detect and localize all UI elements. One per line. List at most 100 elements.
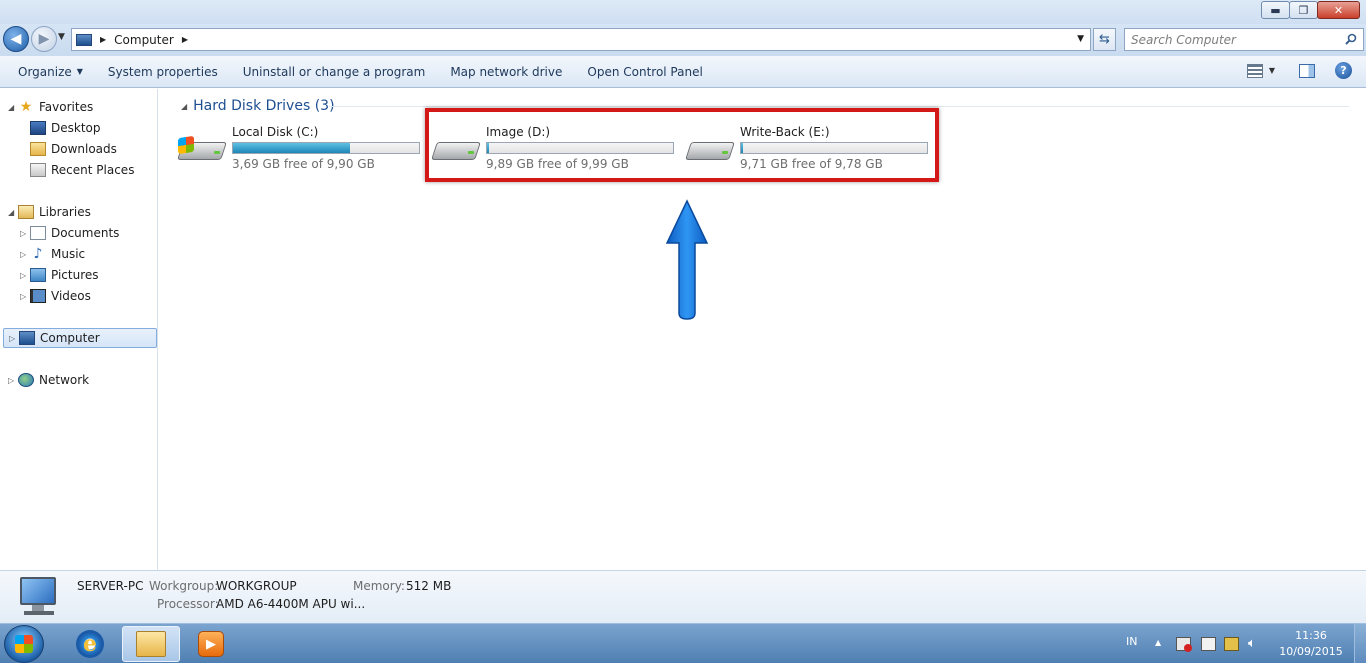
content-pane: ◢ Hard Disk Drives (3) Local Disk (C:) 3… <box>159 89 1366 570</box>
back-arrow-icon: ◀ <box>10 31 22 47</box>
search-box <box>1124 28 1364 51</box>
nav-computer-label: Computer <box>40 331 100 345</box>
computer-icon <box>19 331 35 345</box>
nav-desktop-label: Desktop <box>51 121 101 135</box>
recent-places-icon <box>30 163 46 177</box>
group-header[interactable]: ◢ Hard Disk Drives (3) <box>181 98 335 114</box>
processor-value: AMD A6-4400M APU wi... <box>216 597 366 611</box>
group-header-label: Hard Disk Drives (3) <box>193 98 335 114</box>
nav-music[interactable]: ▷ ♪ Music <box>20 244 85 264</box>
power-plug-icon[interactable] <box>1201 637 1216 651</box>
view-controls: ▼ ? <box>1233 62 1352 79</box>
nav-music-label: Music <box>51 247 86 261</box>
breadcrumb-separator-icon[interactable]: ▶ <box>182 35 188 44</box>
desktop-icon <box>30 121 46 135</box>
nav-videos[interactable]: ▷ Videos <box>20 286 91 306</box>
forward-button[interactable]: ▶ <box>31 26 57 52</box>
memory-value: 512 MB <box>406 579 452 593</box>
language-indicator[interactable]: IN <box>1126 635 1137 648</box>
workgroup-label: Workgroup: <box>149 579 219 593</box>
nav-computer[interactable]: ▷ Computer <box>3 328 157 348</box>
details-pane: SERVER-PC Workgroup: WORKGROUP Memory: 5… <box>0 570 1366 623</box>
breadcrumb-computer[interactable]: Computer <box>114 33 174 47</box>
videos-icon <box>30 289 46 303</box>
computer-monitor-icon <box>18 577 60 617</box>
chevron-down-icon: ▼ <box>76 67 83 76</box>
breadcrumb-separator-icon[interactable]: ▶ <box>100 35 106 44</box>
close-icon: ✕ <box>1333 3 1344 17</box>
refresh-button[interactable]: ⇆ <box>1093 28 1116 51</box>
nav-pictures-label: Pictures <box>51 268 99 282</box>
system-properties-button[interactable]: System properties <box>98 60 228 84</box>
computer-icon <box>76 33 92 46</box>
network-icon <box>18 373 34 387</box>
nav-pictures[interactable]: ▷ Pictures <box>20 265 99 285</box>
expand-arrow-icon[interactable]: ▷ <box>20 271 30 280</box>
folder-icon <box>136 631 166 657</box>
nav-recent-places[interactable]: Recent Places <box>30 160 134 180</box>
forward-arrow-icon: ▶ <box>38 31 50 47</box>
nav-recent-places-label: Recent Places <box>51 163 135 177</box>
group-collapse-icon[interactable]: ◢ <box>181 102 187 111</box>
close-button[interactable]: ✕ <box>1317 1 1360 19</box>
uninstall-program-button[interactable]: Uninstall or change a program <box>233 60 436 84</box>
navigation-pane: ◢ ★ Favorites Desktop Downloads Recent P… <box>0 89 158 570</box>
minimize-button[interactable]: ▬ <box>1261 1 1290 19</box>
nav-documents-label: Documents <box>51 226 120 240</box>
group-divider <box>329 106 1349 107</box>
nav-favorites[interactable]: ◢ ★ Favorites <box>8 97 93 117</box>
nav-libraries[interactable]: ◢ Libraries <box>8 202 91 222</box>
taskbar-media-player[interactable]: ▶ <box>182 626 240 662</box>
nav-downloads-label: Downloads <box>51 142 117 156</box>
map-network-drive-button[interactable]: Map network drive <box>440 60 572 84</box>
nav-downloads[interactable]: Downloads <box>30 139 117 159</box>
address-history-dropdown[interactable]: ▼ <box>1077 34 1084 44</box>
windows-logo-icon <box>178 135 194 155</box>
clock[interactable]: 11:36 10/09/2015 <box>1278 628 1344 660</box>
drive-usage-bar <box>232 142 420 154</box>
change-view-icon[interactable] <box>1246 63 1263 78</box>
nav-libraries-label: Libraries <box>39 205 91 219</box>
star-icon: ★ <box>19 99 33 115</box>
help-icon[interactable]: ? <box>1335 62 1352 79</box>
drive-usage-fill <box>233 143 351 153</box>
expand-arrow-icon[interactable]: ▷ <box>20 250 30 259</box>
expand-arrow-icon[interactable]: ▷ <box>20 229 30 238</box>
recent-pages-dropdown[interactable]: ▼ <box>58 32 65 42</box>
preview-pane-icon[interactable] <box>1299 63 1315 78</box>
maximize-button[interactable]: ❐ <box>1289 1 1318 19</box>
drive-item[interactable]: Local Disk (C:) 3,69 GB free of 9,90 GB <box>177 124 428 174</box>
show-hidden-icons-icon[interactable]: ▲ <box>1155 638 1161 647</box>
show-desktop-button[interactable] <box>1354 624 1366 663</box>
address-bar[interactable]: ▶ Computer ▶ ▼ <box>71 28 1091 51</box>
workgroup-value: WORKGROUP <box>216 579 297 593</box>
start-button[interactable] <box>4 625 44 663</box>
back-button[interactable]: ◀ <box>3 26 29 52</box>
taskbar-windows-explorer[interactable] <box>122 626 180 662</box>
refresh-icon: ⇆ <box>1099 32 1110 47</box>
nav-desktop[interactable]: Desktop <box>30 118 101 138</box>
action-center-flag-icon[interactable] <box>1176 637 1192 652</box>
view-options-dropdown[interactable]: ▼ <box>1269 66 1275 75</box>
search-input[interactable] <box>1131 32 1331 47</box>
music-icon: ♪ <box>33 246 43 262</box>
search-icon[interactable] <box>1345 33 1357 45</box>
expand-arrow-icon[interactable]: ▷ <box>9 334 19 343</box>
nav-network[interactable]: ▷ Network <box>8 370 89 390</box>
pictures-icon <box>30 268 46 282</box>
clock-date: 10/09/2015 <box>1279 645 1343 658</box>
network-warning-icon[interactable] <box>1224 637 1239 651</box>
expand-arrow-icon[interactable]: ◢ <box>8 103 18 112</box>
expand-arrow-icon[interactable]: ▷ <box>8 376 18 385</box>
organize-button[interactable]: Organize ▼ <box>8 60 93 84</box>
nav-documents[interactable]: ▷ Documents <box>20 223 119 243</box>
expand-arrow-icon[interactable]: ▷ <box>20 292 30 301</box>
expand-arrow-icon[interactable]: ◢ <box>8 208 18 217</box>
title-bar: ▬ ❐ ✕ <box>0 0 1366 24</box>
taskbar-internet-explorer[interactable]: e <box>61 626 119 662</box>
volume-icon[interactable]: 🔈︎ <box>1248 637 1263 651</box>
open-control-panel-button[interactable]: Open Control Panel <box>577 60 712 84</box>
taskbar: e ▶ IN ▲ 🔈︎ 11:36 10/09/2015 <box>0 623 1366 663</box>
restore-icon: ❐ <box>1298 3 1309 17</box>
organize-label: Organize <box>18 64 72 79</box>
